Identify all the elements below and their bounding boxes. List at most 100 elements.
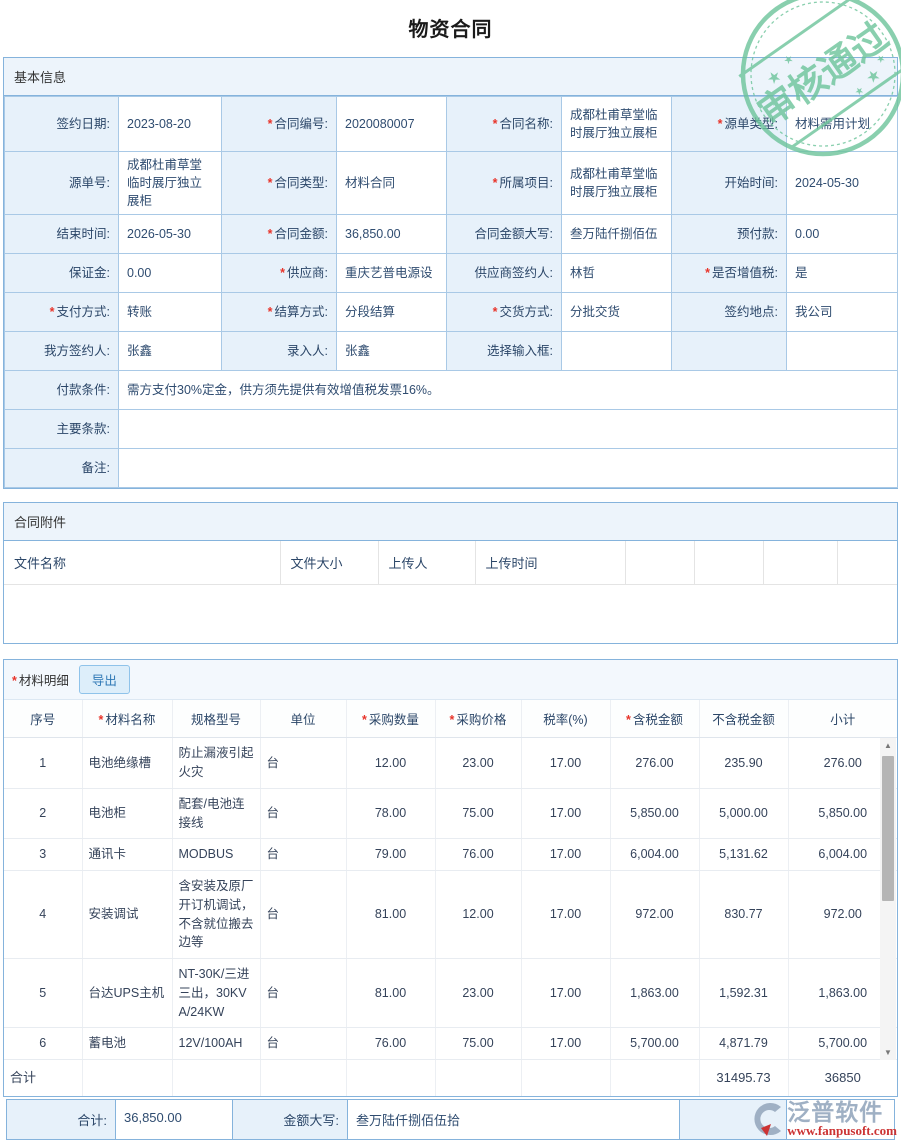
material-cell: 1	[4, 738, 82, 789]
material-cell: 972.00	[610, 871, 699, 959]
material-cell: 1,863.00	[610, 959, 699, 1028]
attachments-column-header: 文件大小	[280, 541, 378, 585]
field-label: 选择输入框:	[447, 332, 562, 371]
basic-info-section-title: 基本信息	[4, 58, 897, 96]
materials-column-header: 序号	[4, 700, 82, 738]
field-label: 开始时间:	[672, 152, 787, 215]
field-label: 签约日期:	[5, 97, 119, 152]
attachments-column-header	[625, 541, 694, 585]
material-cell: 防止漏液引起火灾	[172, 738, 260, 789]
field-value: 成都杜甫草堂临时展厅独立展柜	[562, 97, 672, 152]
field-value: 0.00	[119, 254, 222, 293]
attachments-column-header	[763, 541, 837, 585]
material-cell: 2	[4, 788, 82, 839]
material-cell: 17.00	[521, 788, 610, 839]
field-label: *合同金额:	[222, 215, 337, 254]
field-value: 分批交货	[562, 293, 672, 332]
material-cell: 830.77	[699, 871, 788, 959]
field-value	[562, 332, 672, 371]
vendor-logo-name: 泛普软件	[787, 1101, 883, 1124]
export-button[interactable]: 导出	[79, 665, 130, 694]
field-value	[119, 410, 898, 449]
material-cell: 17.00	[521, 1028, 610, 1060]
field-label: 我方签约人:	[5, 332, 119, 371]
scrollbar-thumb[interactable]	[882, 756, 894, 901]
material-cell: 台	[260, 1028, 346, 1060]
field-value: 我公司	[787, 293, 898, 332]
field-label: *结算方式:	[222, 293, 337, 332]
attachments-column-header: 上传时间	[475, 541, 625, 585]
vendor-logo: 泛普软件 www.fanpusoft.com	[751, 1100, 897, 1138]
field-value: 张鑫	[337, 332, 447, 371]
field-label: *所属项目:	[447, 152, 562, 215]
materials-section-header: *材料明细 导出	[4, 660, 897, 700]
materials-total-cell	[172, 1060, 260, 1096]
materials-total-cell	[610, 1060, 699, 1096]
materials-column-header: *采购数量	[346, 700, 435, 738]
attachments-section: 合同附件 文件名称文件大小上传人上传时间	[3, 502, 898, 644]
materials-column-header: *材料名称	[82, 700, 172, 738]
field-value: 2026-05-30	[119, 215, 222, 254]
materials-column-header: 小计	[788, 700, 897, 738]
attachments-column-header: 文件名称	[4, 541, 280, 585]
field-label: *供应商:	[222, 254, 337, 293]
material-cell: 4,871.79	[699, 1028, 788, 1060]
material-cell: MODBUS	[172, 839, 260, 871]
field-value: 是	[787, 254, 898, 293]
materials-total-cell	[435, 1060, 521, 1096]
field-value: 重庆艺普电源设	[337, 254, 447, 293]
material-cell: 含安装及原厂开订机调试，不含就位搬去边等	[172, 871, 260, 959]
field-label: 录入人:	[222, 332, 337, 371]
field-value: 转账	[119, 293, 222, 332]
material-cell: 12.00	[346, 738, 435, 789]
material-row: 3通讯卡MODBUS台79.0076.0017.006,004.005,131.…	[4, 839, 897, 871]
scrollbar-track[interactable]	[880, 753, 896, 1045]
footer-total-label: 合计:	[7, 1100, 116, 1139]
material-cell: 台	[260, 959, 346, 1028]
material-row: 6蓄电池12V/100AH台76.0075.0017.005,700.004,8…	[4, 1028, 897, 1060]
scroll-up-button[interactable]: ▲	[880, 738, 896, 753]
material-cell: 12.00	[435, 871, 521, 959]
footer-amount-words-label: 金额大写:	[233, 1100, 348, 1139]
material-cell: 5,850.00	[610, 788, 699, 839]
scroll-down-button[interactable]: ▼	[880, 1045, 896, 1060]
material-row: 5台达UPS主机NT-30K/三进三出，30KVA/24KW台81.0023.0…	[4, 959, 897, 1028]
materials-section: *材料明细 导出 序号*材料名称规格型号单位*采购数量*采购价格税率(%)*含税…	[3, 659, 898, 1096]
material-cell: 5,000.00	[699, 788, 788, 839]
materials-total-cell: 31495.73	[699, 1060, 788, 1096]
material-cell: 5,131.62	[699, 839, 788, 871]
material-row: 2电池柜配套/电池连接线台78.0075.0017.005,850.005,00…	[4, 788, 897, 839]
basic-info-section: 基本信息 签约日期:2023-08-20*合同编号:2020080007*合同名…	[3, 57, 898, 489]
material-cell: 电池柜	[82, 788, 172, 839]
field-value: 分段结算	[337, 293, 447, 332]
material-cell: 电池绝缘槽	[82, 738, 172, 789]
material-cell: 17.00	[521, 839, 610, 871]
field-label: 合同金额大写:	[447, 215, 562, 254]
material-cell: 台	[260, 839, 346, 871]
field-label: 签约地点:	[672, 293, 787, 332]
field-value: 2020080007	[337, 97, 447, 152]
field-label: *是否增值税:	[672, 254, 787, 293]
materials-total-row: 合计31495.7336850	[4, 1060, 897, 1096]
material-cell: 76.00	[346, 1028, 435, 1060]
attachments-column-header	[694, 541, 763, 585]
material-cell: 12V/100AH	[172, 1028, 260, 1060]
material-cell: 台	[260, 738, 346, 789]
material-cell: 5,700.00	[610, 1028, 699, 1060]
field-label: *支付方式:	[5, 293, 119, 332]
material-cell: 6	[4, 1028, 82, 1060]
materials-total-cell	[260, 1060, 346, 1096]
materials-column-header: 不含税金额	[699, 700, 788, 738]
vendor-logo-icon	[751, 1100, 785, 1138]
materials-total-label: 合计	[4, 1060, 82, 1096]
field-label: *合同名称:	[447, 97, 562, 152]
material-cell: 台	[260, 871, 346, 959]
footer-amount-words-value: 叁万陆仟捌佰伍拾	[348, 1100, 680, 1139]
field-label: 预付款:	[672, 215, 787, 254]
materials-scrollbar[interactable]: ▲ ▼	[880, 738, 896, 1060]
field-value: 0.00	[787, 215, 898, 254]
material-cell: 276.00	[610, 738, 699, 789]
material-cell: NT-30K/三进三出，30KVA/24KW	[172, 959, 260, 1028]
field-value: 叁万陆仟捌佰伍	[562, 215, 672, 254]
field-label: *合同类型:	[222, 152, 337, 215]
